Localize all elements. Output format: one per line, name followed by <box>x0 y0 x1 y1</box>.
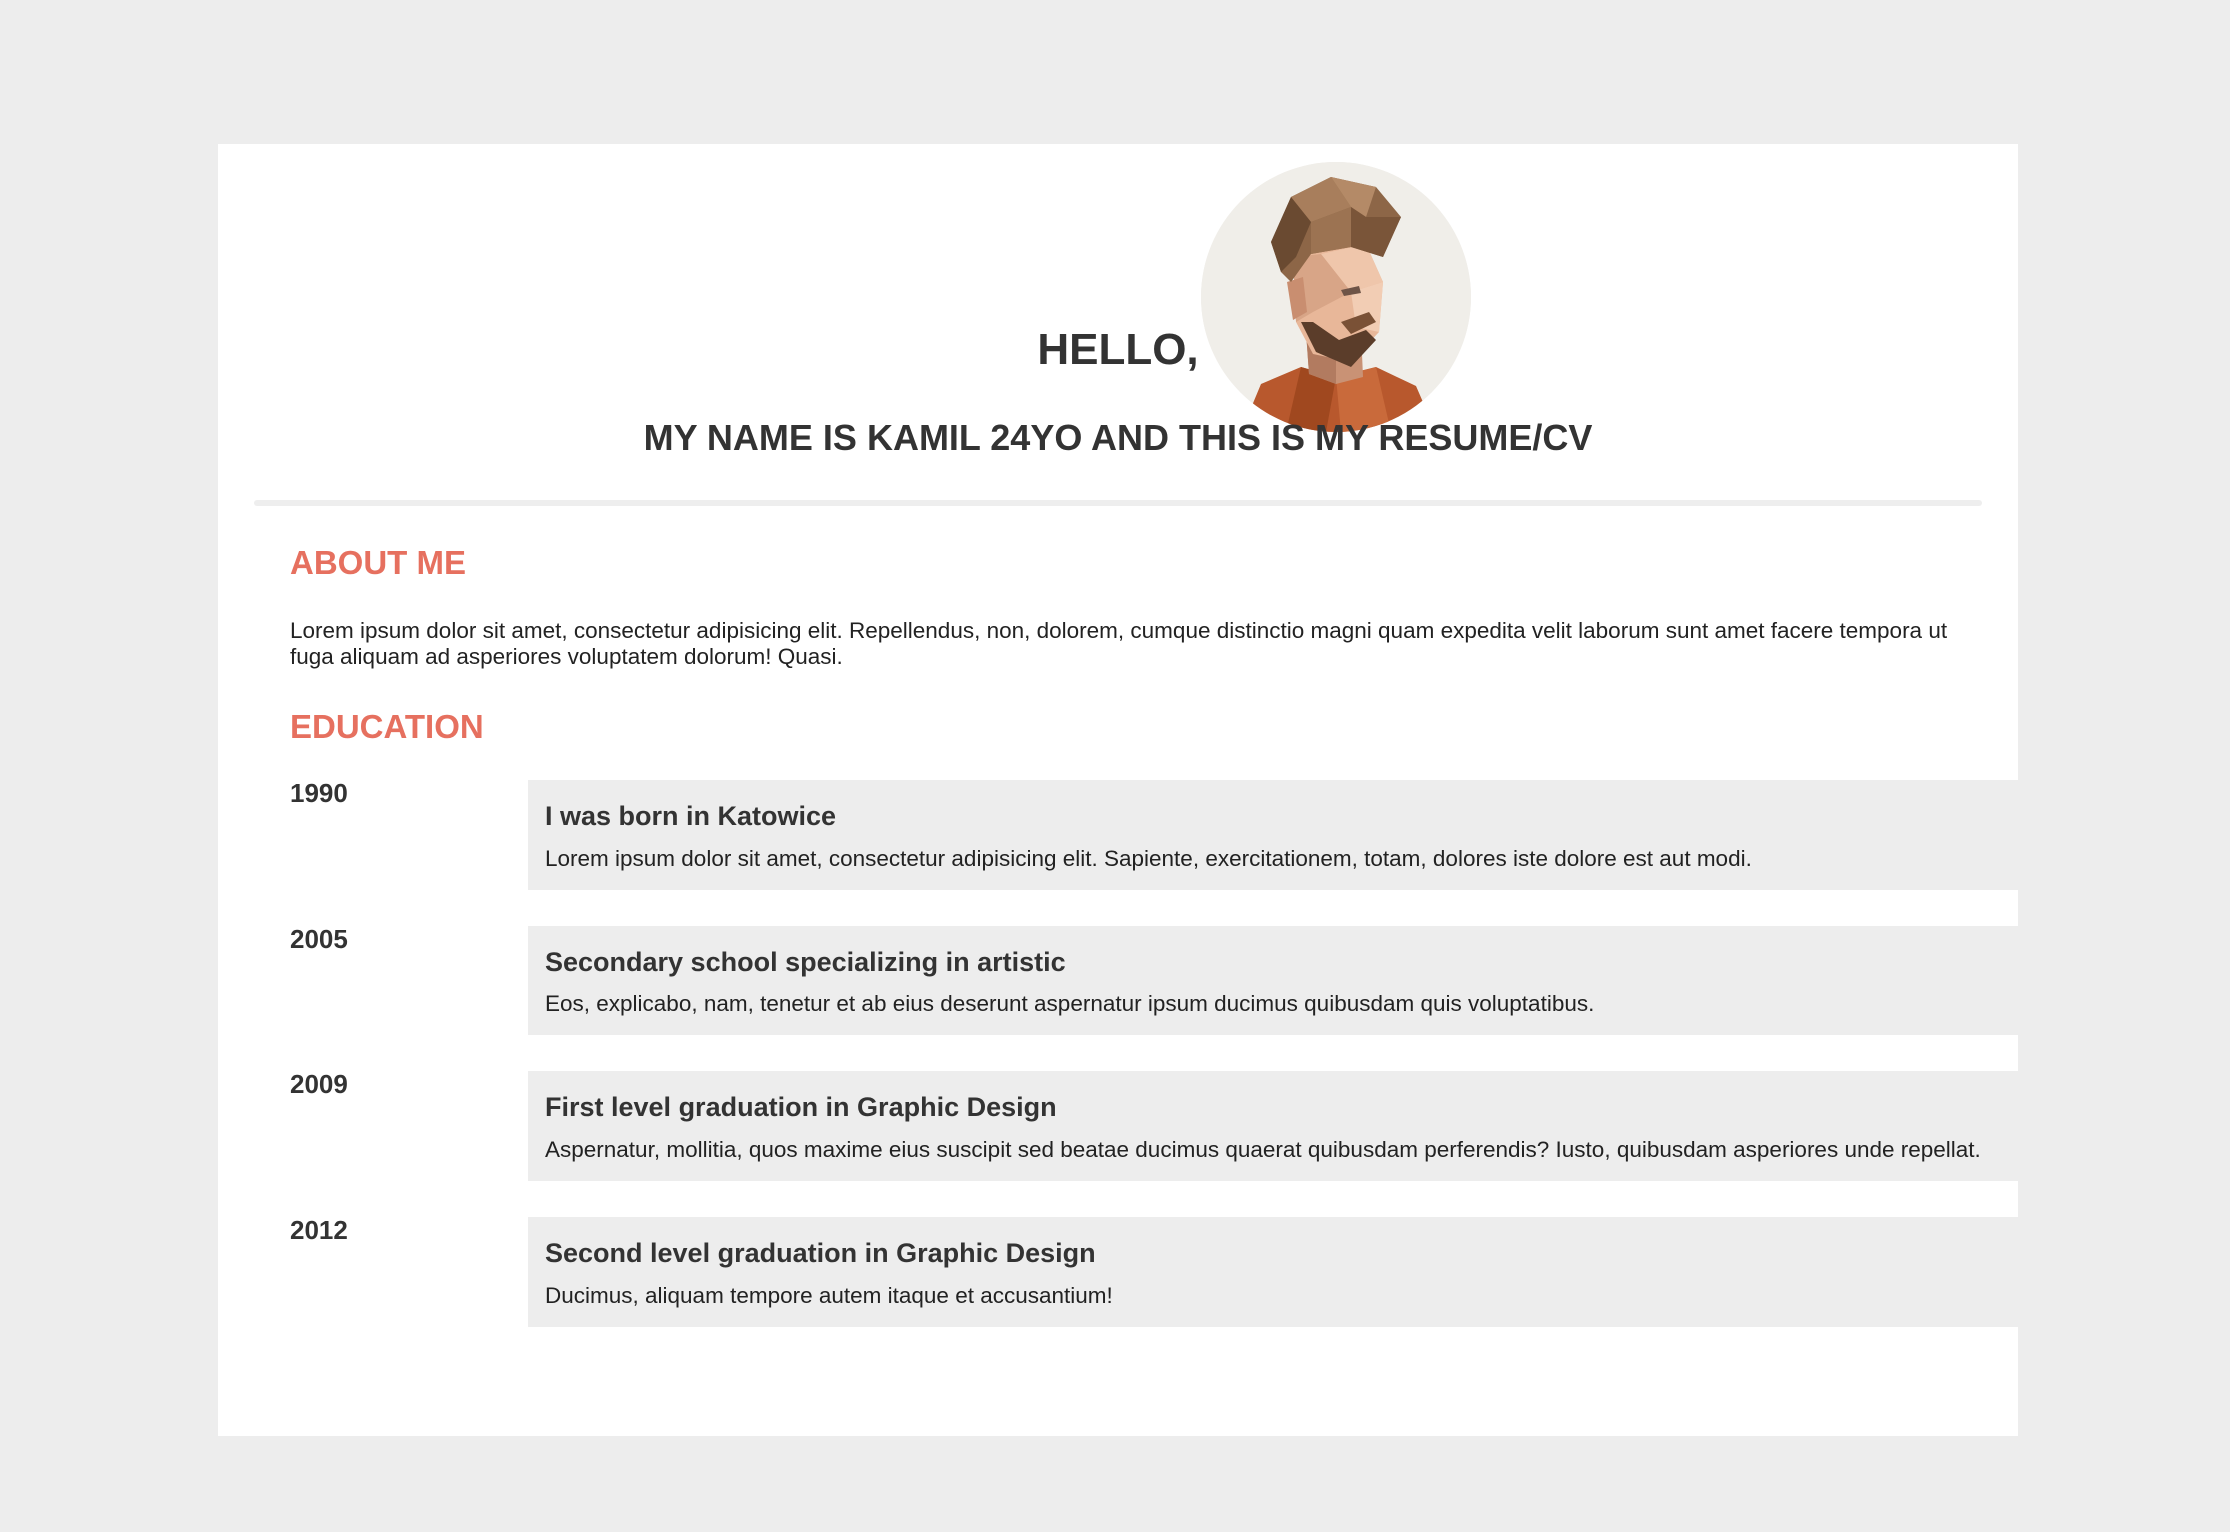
header-divider <box>254 500 1982 506</box>
education-section-title: EDUCATION <box>290 708 484 745</box>
timeline-entry-heading: I was born in Katowice <box>545 801 837 831</box>
timeline-entry-heading: First level graduation in Graphic Design <box>545 1092 1057 1123</box>
timeline-entry-box: I was born in Katowice Lorem ipsum dolor… <box>528 780 2018 890</box>
timeline-entry-box: First level graduation in Graphic Design… <box>528 1071 2018 1182</box>
about-section-title: ABOUT ME <box>290 544 466 581</box>
timeline-year: 2005 <box>290 923 348 954</box>
timeline-item: 2012 Second level graduation in Graphic … <box>290 1215 2018 1327</box>
resume-card: HELLO, MY NAME IS KAMIL 24YO AND THIS IS… <box>218 144 2018 1436</box>
timeline-item: 1990 I was born in Katowice Lorem ipsum … <box>290 778 2018 890</box>
education-timeline: 1990 I was born in Katowice Lorem ipsum … <box>290 778 2018 1363</box>
timeline-entry-heading: Second level graduation in Graphic Desig… <box>545 1238 1096 1269</box>
timeline-year: 1990 <box>290 778 348 808</box>
page-title: MY NAME IS KAMIL 24YO AND THIS IS MY RES… <box>643 417 1593 458</box>
timeline-entry-text: Eos, explicabo, nam, tenetur et ab eius … <box>545 991 1595 1017</box>
timeline-entry-box: Second level graduation in Graphic Desig… <box>528 1217 2018 1327</box>
timeline-year: 2009 <box>290 1069 348 1100</box>
avatar-portrait-image <box>1201 162 1471 432</box>
timeline-entry-heading: Secondary school specializing in artisti… <box>545 946 1066 977</box>
timeline-entry-text: Ducimus, aliquam tempore autem itaque et… <box>545 1282 1113 1308</box>
greeting-heading: HELLO, <box>1037 325 1199 374</box>
timeline-year: 2012 <box>290 1215 348 1246</box>
timeline-entry-box: Secondary school specializing in artisti… <box>528 925 2018 1036</box>
timeline-item: 2009 First level graduation in Graphic D… <box>290 1069 2018 1182</box>
timeline-entry-text: Lorem ipsum dolor sit amet, consectetur … <box>545 845 1752 871</box>
avatar <box>1201 162 1471 432</box>
timeline-entry-text: Aspernatur, mollitia, quos maxime eius s… <box>545 1137 1981 1163</box>
timeline-item: 2005 Secondary school specializing in ar… <box>290 923 2018 1036</box>
about-text: Lorem ipsum dolor sit amet, consectetur … <box>290 618 1948 669</box>
